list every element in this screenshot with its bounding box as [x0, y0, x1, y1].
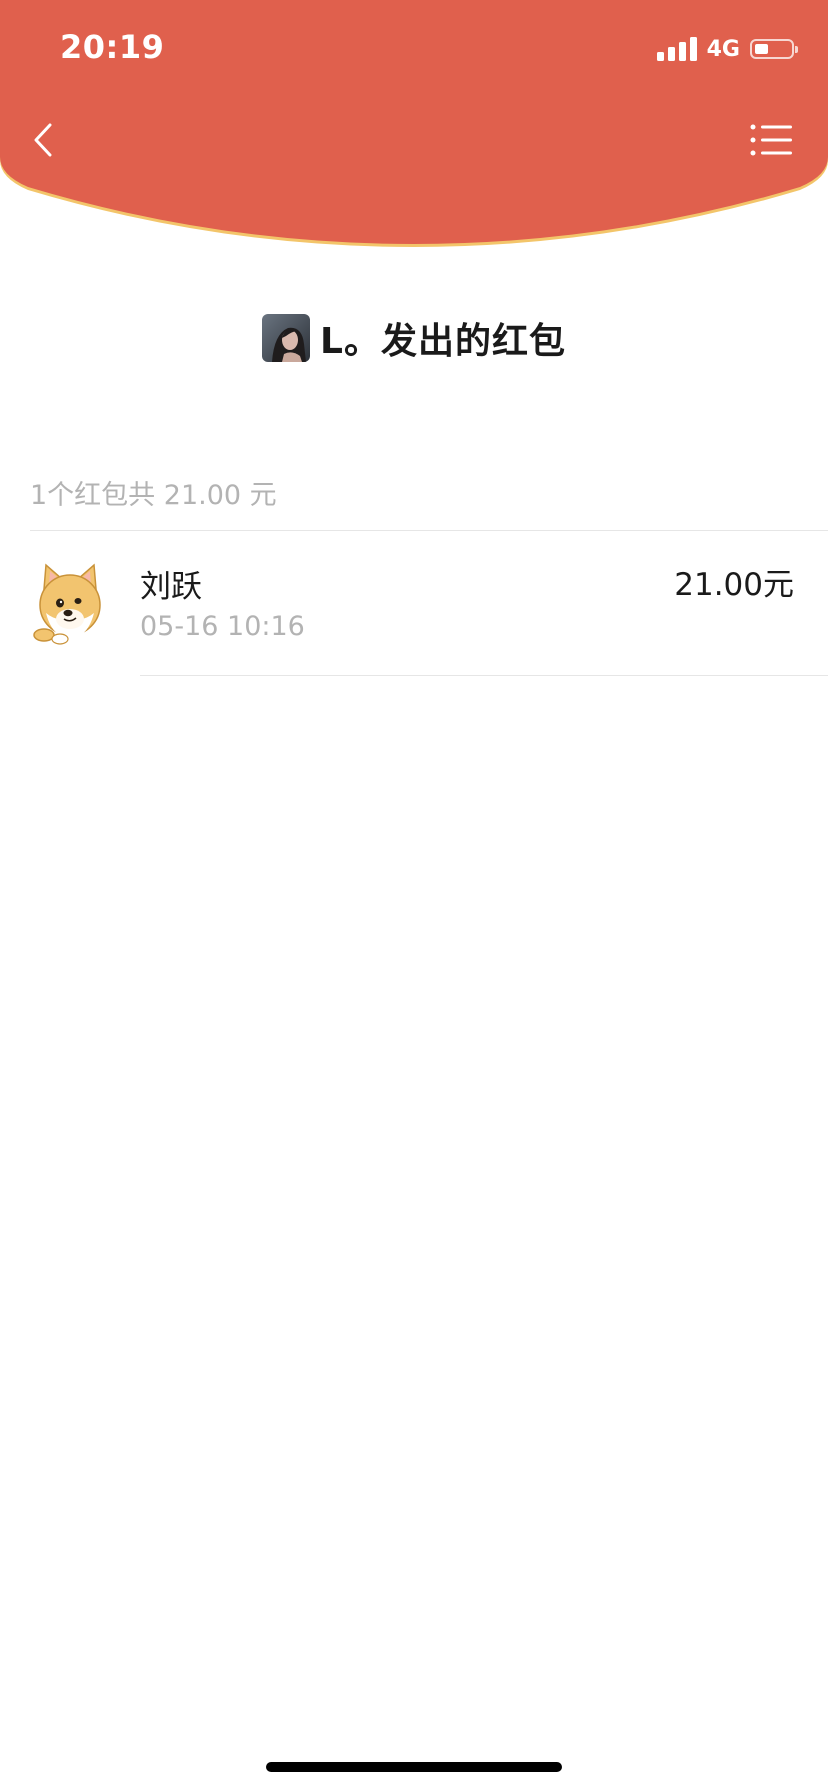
- doge-avatar-icon: [33, 563, 101, 645]
- signal-icon: [656, 37, 697, 61]
- page-title: L。发出的红包: [320, 321, 566, 362]
- menu-button[interactable]: [750, 122, 794, 158]
- list-icon: [750, 124, 792, 156]
- title-row: L。发出的红包: [0, 310, 828, 366]
- recipient-name: 刘跃: [140, 569, 202, 605]
- sender-avatar[interactable]: [262, 314, 311, 362]
- recipient-time: 05-16 10:16: [140, 611, 305, 642]
- divider: [140, 675, 828, 676]
- back-button[interactable]: [24, 115, 64, 165]
- battery-icon: [750, 39, 798, 59]
- status-time: 20:19: [60, 28, 165, 66]
- summary-text: 1个红包共 21.00 元: [30, 480, 277, 511]
- chevron-left-icon: [34, 123, 52, 157]
- network-label: 4G: [706, 36, 740, 62]
- header: 20:19 4G: [0, 0, 828, 250]
- recipient-avatar: [30, 561, 110, 645]
- status-indicators: 4G: [656, 34, 798, 64]
- home-indicator[interactable]: [266, 1762, 562, 1772]
- list-item[interactable]: 刘跃 05-16 10:16 21.00元: [0, 531, 828, 676]
- recipient-amount: 21.00元: [674, 567, 794, 603]
